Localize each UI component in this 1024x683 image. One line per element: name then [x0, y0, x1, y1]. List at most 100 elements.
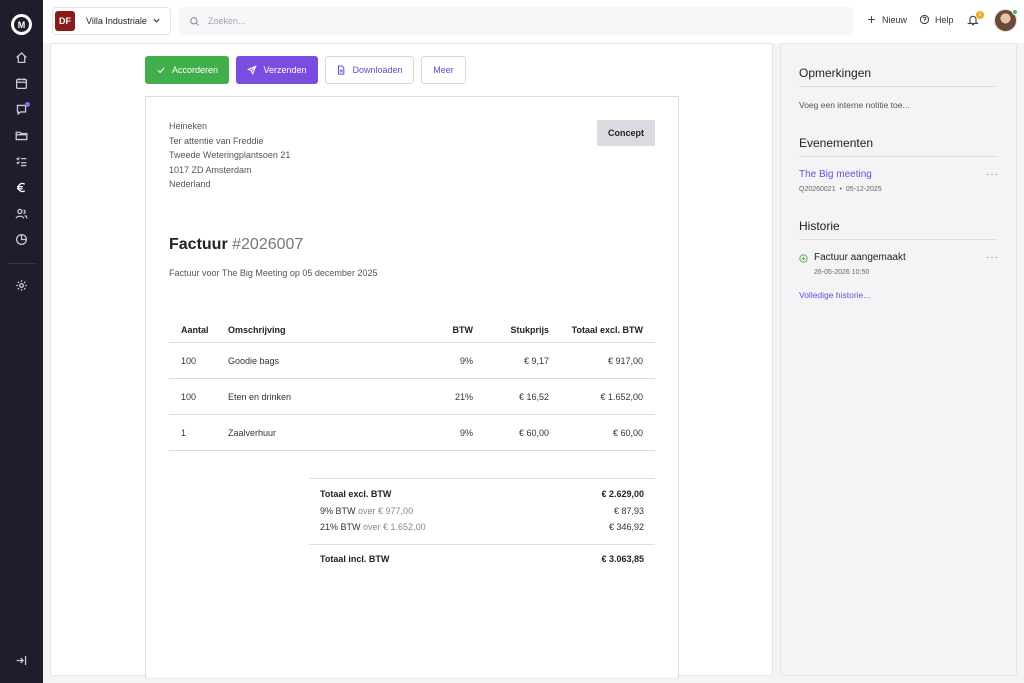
tasks-icon[interactable] [13, 153, 30, 170]
send-label: Verzenden [263, 65, 307, 75]
invoice-number: #2026007 [232, 236, 304, 253]
row-description: Eten en drinken [228, 391, 292, 402]
invoice-document: Heineken Ter attentie van Freddie Tweede… [145, 96, 679, 677]
more-button[interactable]: Meer [421, 56, 466, 84]
sidebar: M [0, 0, 43, 683]
search-input[interactable] [208, 16, 808, 26]
send-icon [247, 65, 258, 75]
download-label: Downloaden [352, 65, 403, 75]
logo-letter: M [14, 17, 29, 32]
plus-circle-icon [799, 254, 808, 263]
event-separator-dot: • [837, 186, 844, 193]
history-divider [799, 239, 997, 240]
history-time: 26-05-2026 10:50 [814, 269, 870, 276]
address-company: Heineken [169, 121, 208, 131]
document-icon [338, 65, 345, 75]
total-excl-value: € 2.629,00 [601, 489, 644, 499]
events-title: Evenementen [799, 136, 874, 150]
row-description: Goodie bags [228, 355, 280, 366]
event-date: 05-12-2025 [845, 186, 882, 193]
download-button[interactable]: Downloaden [325, 56, 414, 84]
sidebar-divider [8, 263, 35, 264]
vat9-value: € 87,93 [613, 505, 644, 516]
logout-icon[interactable] [13, 652, 30, 669]
full-history-link[interactable]: Volledige historie... [799, 290, 870, 300]
row-qty: 1 [181, 427, 187, 438]
total-excl-label: Totaal excl. BTW [320, 489, 392, 499]
history-title: Historie [799, 219, 840, 233]
address-street: Tweede Weteringplantsoen 21 [169, 150, 291, 160]
approve-label: Accorderen [171, 65, 219, 75]
search-icon [190, 16, 200, 26]
vat9-label: 9% BTW [320, 505, 356, 516]
send-button[interactable]: Verzenden [236, 56, 318, 84]
total-incl-line: Totaal incl. BTW € 3.063,85 [309, 551, 655, 568]
calendar-icon[interactable] [13, 75, 30, 92]
remarks-divider [799, 86, 997, 87]
col-vat: BTW [452, 325, 474, 335]
address-postal-city: 1017 ZD Amsterdam [169, 164, 252, 175]
help-label: Help [935, 14, 954, 25]
new-label: Nieuw [882, 14, 908, 25]
vat9-line: 9% BTW over € 977,00 € 87,93 [309, 503, 655, 520]
chat-icon[interactable] [13, 101, 30, 118]
notification-badge: 1 [976, 11, 984, 19]
col-qty: Aantal [181, 325, 209, 335]
search-bar[interactable] [179, 7, 853, 35]
col-total: Totaal excl. BTW [571, 325, 643, 335]
event-meta: Q20260021 • 05-12-2025 [799, 186, 882, 193]
help-button[interactable]: Help [919, 14, 954, 25]
row-unit-price: € 16,52 [518, 391, 549, 402]
invoice-subtitle: Factuur voor The Big Meeting op 05 decem… [169, 268, 378, 278]
row-vat: 21% [454, 391, 473, 402]
table-row: 100 Goodie bags 9% € 9,17 € 917,00 [169, 343, 655, 379]
table-header: Aantal Omschrijving BTW Stukprijs Totaal… [169, 319, 655, 343]
invoice-title: Factuur #2026007 [169, 236, 303, 254]
euro-icon[interactable] [13, 179, 30, 196]
vat9-base: over € 977,00 [358, 505, 414, 516]
reports-icon[interactable] [13, 231, 30, 248]
invoice-panel: Accorderen Verzenden Downloaden Meer Hei… [50, 43, 773, 677]
status-badge: Concept [597, 120, 655, 146]
venue-badge: DF [55, 11, 75, 31]
row-total: € 917,00 [607, 355, 643, 366]
row-qty: 100 [181, 391, 197, 402]
help-icon [919, 14, 930, 25]
total-incl-label: Totaal incl. BTW [320, 553, 390, 564]
event-code: Q20260021 [799, 186, 836, 193]
online-status-dot [1012, 9, 1018, 15]
app-logo[interactable]: M [11, 14, 32, 35]
venue-name: Villa Industriale [86, 16, 147, 26]
more-label: Meer [433, 65, 454, 75]
totals-block: Totaal excl. BTW € 2.629,00 9% BTW over … [309, 478, 655, 567]
plus-icon [868, 16, 875, 23]
top-bar: DF Villa Industriale Nieuw Help 1 [43, 0, 1024, 43]
settings-icon[interactable] [13, 277, 30, 294]
row-qty: 100 [181, 355, 197, 366]
address-attention: Ter attentie van Freddie [169, 135, 264, 146]
users-icon[interactable] [13, 205, 30, 222]
venue-selector[interactable]: DF Villa Industriale [52, 7, 171, 35]
row-unit-price: € 9,17 [523, 355, 549, 366]
total-excl-line: Totaal excl. BTW € 2.629,00 [309, 486, 655, 503]
event-link[interactable]: The Big meeting [799, 169, 872, 180]
check-icon [157, 67, 165, 74]
new-button[interactable]: Nieuw [866, 14, 907, 25]
row-description: Zaalverhuur [228, 427, 277, 438]
home-icon[interactable] [13, 49, 30, 66]
row-unit-price: € 60,00 [518, 427, 549, 438]
side-panel: Opmerkingen Voeg een interne notitie toe… [780, 43, 1017, 676]
vat9-label-group: 9% BTW over € 977,00 [320, 506, 413, 516]
notifications-button[interactable]: 1 [967, 11, 984, 26]
remarks-input[interactable]: Voeg een interne notitie toe... [799, 100, 910, 110]
vat21-line: 21% BTW over € 1.652,00 € 346,92 [309, 519, 655, 536]
recipient-address: Heineken Ter attentie van Freddie Tweede… [169, 119, 290, 192]
event-more-icon[interactable]: ··· [986, 169, 999, 180]
history-more-icon[interactable]: ··· [986, 252, 999, 263]
chevron-down-icon [153, 18, 160, 23]
folder-icon[interactable] [13, 127, 30, 144]
col-unit-price: Stukprijs [510, 325, 549, 335]
table-row: 100 Eten en drinken 21% € 16,52 € 1.652,… [169, 379, 655, 415]
address-country: Nederland [169, 179, 211, 189]
approve-button[interactable]: Accorderen [145, 56, 229, 84]
